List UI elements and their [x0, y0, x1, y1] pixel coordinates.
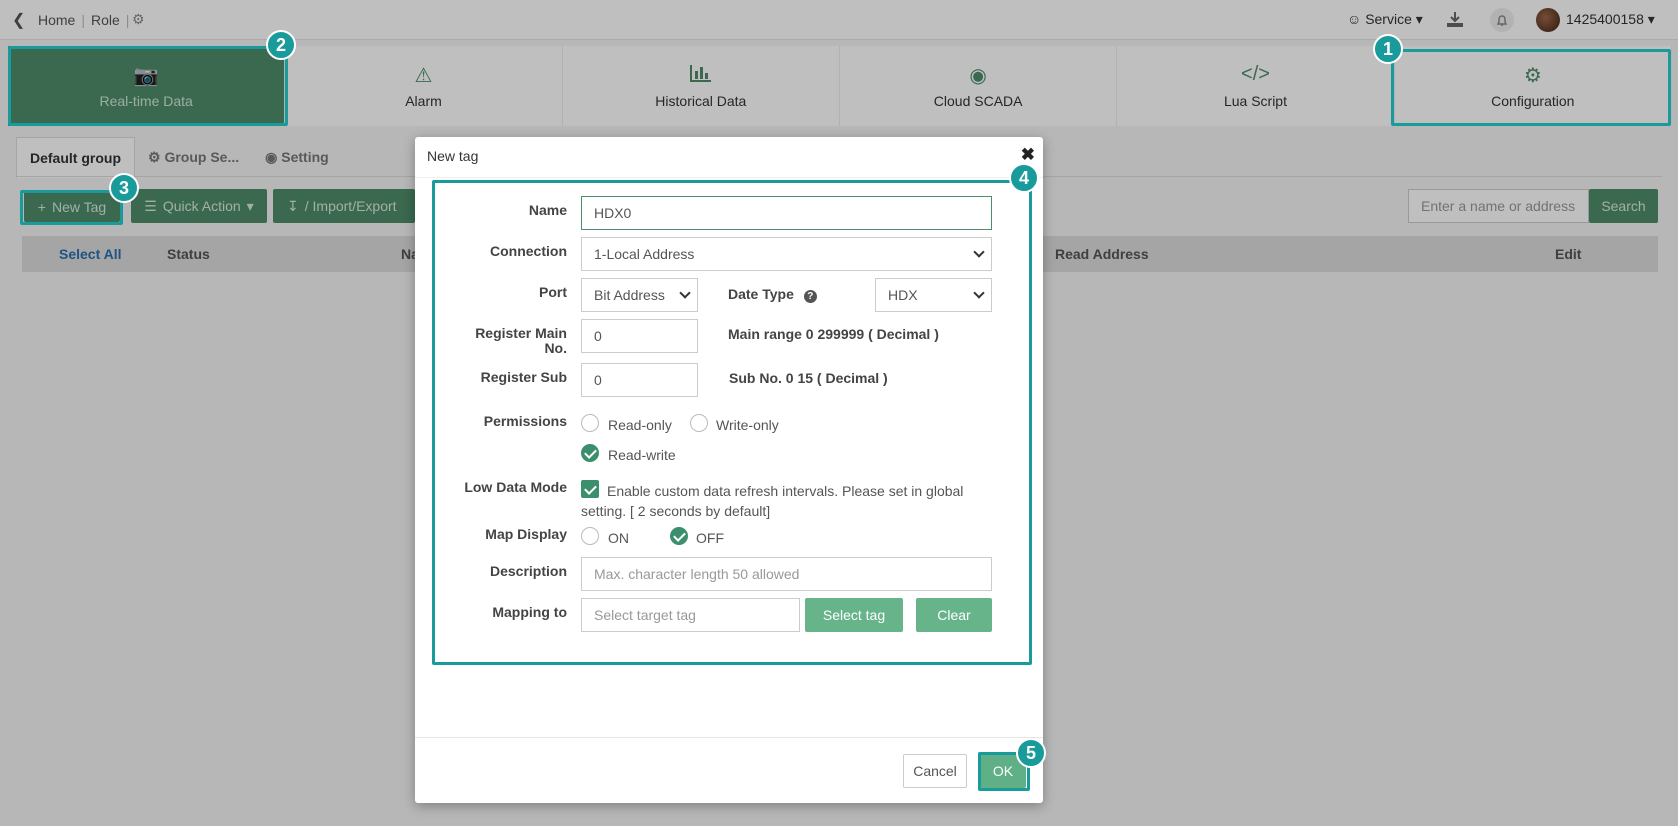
- mapping-input[interactable]: Select target tag: [581, 598, 800, 632]
- connection-select[interactable]: 1-Local Address: [581, 237, 992, 271]
- cancel-label: Cancel: [913, 763, 957, 779]
- description-placeholder: Max. character length 50 allowed: [594, 566, 800, 582]
- chevron-down-icon: [679, 287, 691, 299]
- date-type-value: HDX: [888, 287, 918, 303]
- help-icon[interactable]: ?: [803, 290, 817, 303]
- date-type-text: Date Type: [728, 286, 794, 302]
- map-off-radio[interactable]: [670, 527, 688, 545]
- register-main-value: 0: [594, 328, 602, 344]
- register-main-input[interactable]: 0: [581, 319, 698, 353]
- map-display-label: Map Display: [485, 526, 567, 542]
- register-sub-label: Register Sub: [480, 369, 567, 385]
- mapping-placeholder: Select target tag: [594, 607, 696, 623]
- chevron-down-icon: [973, 246, 985, 258]
- description-input[interactable]: Max. character length 50 allowed: [581, 557, 992, 591]
- dialog-title: New tag: [427, 148, 479, 164]
- dialog-footer-divider: [415, 737, 1043, 738]
- register-main-note: Main range 0 299999 ( Decimal ): [728, 326, 939, 342]
- clear-button[interactable]: Clear: [916, 598, 992, 632]
- cancel-button[interactable]: Cancel: [903, 754, 967, 788]
- read-write-label: Read-write: [608, 447, 676, 463]
- ok-label: OK: [992, 763, 1014, 779]
- read-only-label: Read-only: [608, 417, 672, 433]
- description-label: Description: [489, 563, 567, 579]
- low-data-mode-text: Enable custom data refresh intervals. Pl…: [581, 483, 964, 519]
- write-only-label: Write-only: [716, 417, 779, 433]
- map-off-label: OFF: [696, 530, 724, 546]
- chevron-down-icon: [973, 287, 985, 299]
- select-tag-button[interactable]: Select tag: [805, 598, 903, 632]
- clear-label: Clear: [937, 607, 971, 623]
- close-icon[interactable]: ✖: [1021, 145, 1035, 165]
- permissions-label: Permissions: [483, 413, 567, 429]
- step-badge-4: 4: [1009, 163, 1039, 193]
- name-value: HDX0: [594, 205, 632, 221]
- connection-label: Connection: [490, 243, 567, 259]
- map-on-radio[interactable]: [581, 527, 599, 545]
- port-label: Port: [539, 284, 567, 300]
- read-write-radio[interactable]: [581, 444, 599, 462]
- name-input[interactable]: HDX0: [581, 196, 992, 230]
- step-badge-2: 2: [266, 30, 296, 60]
- mapping-label: Mapping to: [492, 604, 567, 620]
- register-sub-input[interactable]: 0: [581, 363, 698, 397]
- select-tag-label: Select tag: [822, 607, 886, 623]
- name-label: Name: [528, 202, 567, 218]
- date-type-select[interactable]: HDX: [875, 278, 992, 312]
- date-type-label: Date Type ?: [728, 286, 817, 303]
- connection-value: 1-Local Address: [594, 246, 695, 262]
- register-sub-value: 0: [594, 372, 602, 388]
- low-data-mode-label: Low Data Mode: [464, 479, 567, 495]
- step-badge-3: 3: [109, 173, 139, 203]
- write-only-radio[interactable]: [690, 414, 708, 432]
- step-badge-1: 1: [1373, 34, 1403, 64]
- port-select[interactable]: Bit Address: [581, 278, 698, 312]
- map-on-label: ON: [608, 530, 629, 546]
- step-badge-5: 5: [1016, 738, 1046, 768]
- read-only-radio[interactable]: [581, 414, 599, 432]
- dialog-header-divider: [415, 177, 1043, 178]
- register-main-label: Register Main No.: [475, 325, 567, 356]
- port-value: Bit Address: [594, 287, 665, 303]
- register-sub-note: Sub No. 0 15 ( Decimal ): [729, 370, 888, 386]
- new-tag-dialog: New tag ✖ Name HDX0 Connection 1-Local A…: [415, 137, 1046, 803]
